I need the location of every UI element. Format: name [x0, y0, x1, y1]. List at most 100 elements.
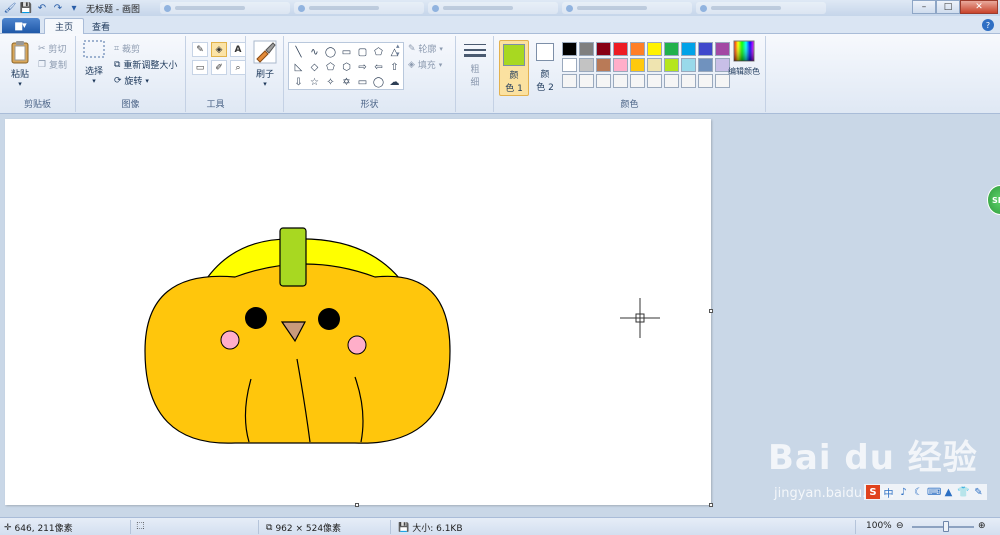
- hexagon-shape-icon[interactable]: ⬡: [339, 60, 354, 74]
- skin-icon[interactable]: 👕: [957, 487, 970, 498]
- crop-button[interactable]: ⌗ 裁剪: [114, 42, 140, 56]
- polygon-shape-icon[interactable]: ⬠: [371, 45, 386, 59]
- palette-swatch[interactable]: [613, 58, 628, 72]
- tab-view[interactable]: 查看: [82, 18, 120, 34]
- palette-swatch[interactable]: [664, 58, 679, 72]
- brushes-button[interactable]: 刷子 ▾: [252, 40, 278, 88]
- palette-swatch[interactable]: [630, 58, 645, 72]
- palette-swatch[interactable]: [681, 74, 696, 88]
- palette-swatch[interactable]: [596, 74, 611, 88]
- magnifier-icon[interactable]: ⌕: [230, 60, 246, 75]
- palette-swatch[interactable]: [698, 74, 713, 88]
- close-button[interactable]: ✕: [960, 0, 998, 14]
- palette-swatch[interactable]: [596, 58, 611, 72]
- edit-colors-button[interactable]: 编辑颜色: [726, 40, 762, 77]
- up-arrow-shape-icon[interactable]: ⇧: [387, 60, 402, 74]
- resize-handle-corner[interactable]: [709, 503, 713, 507]
- size-button[interactable]: 粗 细: [462, 42, 488, 88]
- palette-swatch[interactable]: [562, 58, 577, 72]
- menu-icon[interactable]: ▲: [942, 487, 955, 498]
- palette-swatch[interactable]: [664, 74, 679, 88]
- outline-icon: ✎: [408, 43, 416, 54]
- palette-swatch[interactable]: [647, 42, 662, 56]
- down-arrow-shape-icon[interactable]: ⇩: [291, 75, 306, 89]
- oval-callout-shape-icon[interactable]: ◯: [371, 75, 386, 89]
- zoom-in-button[interactable]: ⊕: [978, 521, 986, 531]
- fill-button[interactable]: ◈ 填充 ▾: [408, 58, 442, 72]
- palette-swatch[interactable]: [596, 42, 611, 56]
- oval-shape-icon[interactable]: ◯: [323, 45, 338, 59]
- tab-home[interactable]: 主页: [44, 18, 85, 34]
- select-button[interactable]: 选择 ▾: [82, 40, 106, 85]
- pumpkin-drawing: [144, 227, 451, 444]
- customize-icon[interactable]: ▾: [68, 2, 80, 14]
- zoom-out-button[interactable]: ⊖: [896, 521, 904, 531]
- color-picker-icon[interactable]: ✐: [211, 60, 227, 75]
- shapes-scroll[interactable]: ▴ ▾: [396, 42, 400, 58]
- undo-icon[interactable]: ↶: [36, 2, 48, 14]
- paint-menu-button[interactable]: ▆▾: [2, 18, 40, 33]
- text-tool-icon[interactable]: A: [230, 42, 246, 57]
- resize-button[interactable]: ⧉ 重新调整大小: [114, 58, 177, 72]
- zoom-slider-thumb[interactable]: [943, 521, 949, 532]
- rounded-rectangle-shape-icon[interactable]: ▢: [355, 45, 370, 59]
- palette-swatch[interactable]: [647, 74, 662, 88]
- palette-swatch[interactable]: [613, 74, 628, 88]
- paste-button[interactable]: 粘贴 ▾: [6, 40, 34, 88]
- palette-swatch[interactable]: [630, 42, 645, 56]
- cut-button[interactable]: ✂ 剪切: [38, 42, 66, 56]
- left-arrow-shape-icon[interactable]: ⇦: [371, 60, 386, 74]
- palette-swatch[interactable]: [698, 42, 713, 56]
- line-shape-icon[interactable]: ╲: [291, 45, 306, 59]
- palette-swatch[interactable]: [613, 42, 628, 56]
- save-icon[interactable]: 💾: [20, 2, 32, 14]
- minimize-button[interactable]: –: [912, 0, 936, 14]
- palette-swatch[interactable]: [664, 42, 679, 56]
- moon-icon[interactable]: ☾: [912, 487, 925, 498]
- right-arrow-shape-icon[interactable]: ⇨: [355, 60, 370, 74]
- right-triangle-shape-icon[interactable]: ◺: [291, 60, 306, 74]
- copy-button[interactable]: ❐ 复制: [38, 58, 67, 72]
- cloud-callout-shape-icon[interactable]: ☁: [387, 75, 402, 89]
- keyboard-icon[interactable]: ⌨: [927, 487, 941, 498]
- rotate-button[interactable]: ⟳ 旋转 ▾: [114, 74, 149, 88]
- palette-swatch[interactable]: [698, 58, 713, 72]
- drawing-canvas[interactable]: [5, 119, 713, 507]
- punctuation-icon[interactable]: ♪: [897, 487, 910, 498]
- color1-button[interactable]: 颜 色 1: [499, 40, 529, 96]
- palette-swatch[interactable]: [562, 42, 577, 56]
- color2-button[interactable]: 颜 色 2: [530, 40, 560, 96]
- palette-swatch[interactable]: [647, 58, 662, 72]
- palette-swatch[interactable]: [681, 58, 696, 72]
- fill-bucket-icon[interactable]: ◈: [211, 42, 227, 57]
- palette-swatch[interactable]: [562, 74, 577, 88]
- paint-app-icon[interactable]: 🖌: [4, 2, 17, 14]
- six-point-star-shape-icon[interactable]: ✡: [339, 75, 354, 89]
- palette-swatch[interactable]: [579, 42, 594, 56]
- tools-icon[interactable]: ✎: [972, 487, 985, 498]
- floating-badge[interactable]: SB: [987, 185, 1000, 215]
- palette-swatch[interactable]: [630, 74, 645, 88]
- curve-shape-icon[interactable]: ∿: [307, 45, 322, 59]
- maximize-button[interactable]: □: [936, 0, 960, 14]
- four-point-star-shape-icon[interactable]: ✧: [323, 75, 338, 89]
- rect-callout-shape-icon[interactable]: ▭: [355, 75, 370, 89]
- sogou-icon[interactable]: S: [866, 485, 880, 499]
- brushes-group: 刷子 ▾: [246, 36, 284, 112]
- rectangle-shape-icon[interactable]: ▭: [339, 45, 354, 59]
- redo-icon[interactable]: ↷: [52, 2, 64, 14]
- diamond-shape-icon[interactable]: ◇: [307, 60, 322, 74]
- resize-handle-right[interactable]: [709, 309, 713, 313]
- outline-button[interactable]: ✎ 轮廓 ▾: [408, 42, 443, 56]
- resize-handle-bottom[interactable]: [355, 503, 359, 507]
- palette-swatch[interactable]: [681, 42, 696, 56]
- palette-swatch[interactable]: [579, 74, 594, 88]
- chinese-mode-icon[interactable]: 中: [882, 485, 895, 500]
- pencil-icon[interactable]: ✎: [192, 42, 208, 57]
- pentagon-shape-icon[interactable]: ⬠: [323, 60, 338, 74]
- help-icon[interactable]: ?: [982, 19, 994, 31]
- star-shape-icon[interactable]: ☆: [307, 75, 322, 89]
- eraser-icon[interactable]: ▭: [192, 60, 208, 75]
- palette-swatch[interactable]: [579, 58, 594, 72]
- image-dimensions: ⧉ 962 × 524像素: [266, 521, 341, 535]
